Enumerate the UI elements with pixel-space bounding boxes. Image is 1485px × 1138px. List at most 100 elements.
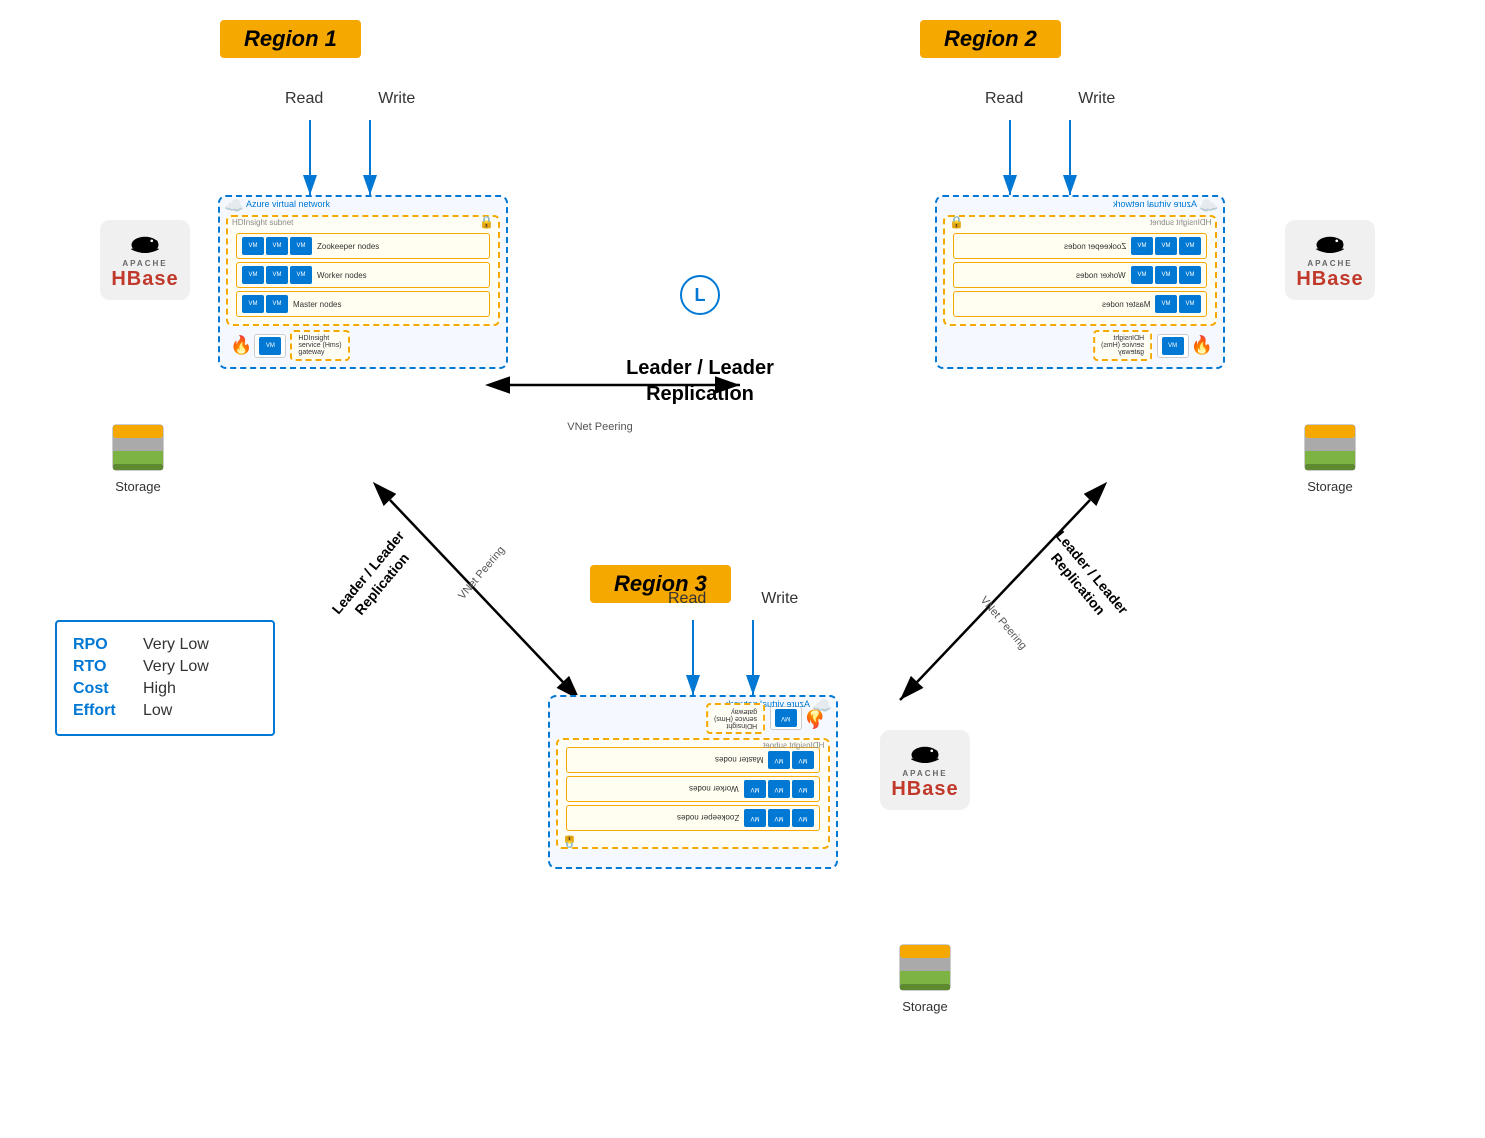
region2-worker-label: Worker nodes bbox=[1076, 271, 1126, 280]
region1-storage-icon bbox=[108, 420, 168, 475]
metrics-box: RPO Very Low RTO Very Low Cost High Effo… bbox=[55, 620, 275, 736]
region2-edge-area: 🔥 VM HDInsightservice (Hms)gateway bbox=[943, 330, 1217, 361]
region2-master-label: Master nodes bbox=[1102, 300, 1150, 309]
region2-storage-icon bbox=[1300, 420, 1360, 475]
region2-header: Region 2 bbox=[920, 20, 1061, 58]
metrics-rpo-row: RPO Very Low bbox=[73, 636, 257, 654]
metrics-cost-key: Cost bbox=[73, 680, 143, 698]
metrics-cost-row: Cost High bbox=[73, 680, 257, 698]
region3-zk-node1: VM bbox=[792, 809, 814, 827]
region1-zk-node1: VM bbox=[242, 237, 264, 255]
region1-wk-node3: VM bbox=[290, 266, 312, 284]
center-replication-text: Leader / LeaderReplication bbox=[610, 355, 790, 407]
region2-edge-vm: VM bbox=[1162, 337, 1184, 355]
region3-storage: Storage bbox=[895, 940, 955, 1014]
svg-text:VNet Peering: VNet Peering bbox=[567, 421, 632, 433]
region1-storage-label: Storage bbox=[115, 479, 161, 494]
region1-zk-node2: VM bbox=[266, 237, 288, 255]
region2-badge: Region 2 bbox=[920, 20, 1061, 58]
region1-zookeeper-row: VM VM VM Zookeeper nodes bbox=[236, 233, 490, 259]
region1-wk-node1: VM bbox=[242, 266, 264, 284]
region2-storage: Storage bbox=[1300, 420, 1360, 494]
region2-hdinsight-service: HDInsightservice (Hms)gateway bbox=[1093, 330, 1152, 361]
region2-azure-label: Azure virtual network bbox=[1113, 199, 1197, 209]
hbase-whale-icon bbox=[120, 230, 170, 257]
region2-zookeeper-row: VM VM VM Zookeeper nodes bbox=[953, 233, 1207, 259]
region2-zookeeper-label: Zookeeper nodes bbox=[1064, 242, 1126, 251]
region1-worker-label: Worker nodes bbox=[317, 271, 367, 280]
region2-ms-node2: VM bbox=[1155, 295, 1177, 313]
region3-zk-node3: VM bbox=[744, 809, 766, 827]
region1-worker-row: VM VM VM Worker nodes bbox=[236, 262, 490, 288]
region1-edge-vm: VM bbox=[259, 337, 281, 355]
region2-edge-node: VM bbox=[1157, 334, 1189, 358]
region2-ms-node1: VM bbox=[1179, 295, 1201, 313]
region2-hbase-logo: APACHE HBase bbox=[1285, 220, 1375, 300]
region3-worker-row: VM VM VM Worker nodes bbox=[566, 776, 820, 802]
region3-zk-node2: VM bbox=[768, 809, 790, 827]
region1-master-label: Master nodes bbox=[293, 300, 341, 309]
metrics-rpo-val: Very Low bbox=[143, 636, 209, 654]
region2-wk-node1: VM bbox=[1179, 266, 1201, 284]
metrics-effort-row: Effort Low bbox=[73, 702, 257, 720]
metrics-rto-key: RTO bbox=[73, 658, 143, 676]
region3-zookeeper-row: VM VM VM Zookeeper nodes bbox=[566, 805, 820, 831]
region3-read-label: Read bbox=[668, 590, 706, 608]
region2-wk-node2: VM bbox=[1155, 266, 1177, 284]
region3-edge-node: VM bbox=[770, 707, 802, 731]
region2-rw: Read Write bbox=[985, 90, 1115, 108]
region1-edge-node: VM bbox=[254, 334, 286, 358]
region3-ms-node1: VM bbox=[792, 751, 814, 769]
region1-ms-node2: VM bbox=[266, 295, 288, 313]
region3-rw: Read Write bbox=[668, 590, 798, 608]
left-replication-label: Leader / LeaderReplication bbox=[313, 509, 437, 647]
leader-symbol: L bbox=[695, 285, 706, 306]
region2-zk-node1: VM bbox=[1179, 237, 1201, 255]
region3-whale-icon bbox=[900, 740, 950, 767]
region3-wk-node1: VM bbox=[792, 780, 814, 798]
region2-zk-node2: VM bbox=[1155, 237, 1177, 255]
region3-zookeeper-label: Zookeeper nodes bbox=[677, 814, 739, 823]
region3-hdinsight-label: HDInsight subnet bbox=[763, 741, 824, 750]
region1-zookeeper-label: Zookeeper nodes bbox=[317, 242, 379, 251]
region3-storage-label: Storage bbox=[902, 999, 948, 1014]
region2-read-label: Read bbox=[985, 90, 1023, 108]
region1-badge: Region 1 bbox=[220, 20, 361, 58]
region2-wk-node3: VM bbox=[1131, 266, 1153, 284]
metrics-rto-val: Very Low bbox=[143, 658, 209, 676]
region1-azure-label: Azure virtual network bbox=[246, 199, 330, 209]
svg-text:VNet Peering: VNet Peering bbox=[978, 594, 1029, 652]
region3-master-label: Master nodes bbox=[715, 756, 763, 765]
region1-write-label: Write bbox=[378, 90, 415, 108]
metrics-rto-row: RTO Very Low bbox=[73, 658, 257, 676]
metrics-rpo-key: RPO bbox=[73, 636, 143, 654]
region3-hdinsight-service: HDInsightservice (Hms)gateway bbox=[706, 703, 765, 734]
right-replication-label: Leader / LeaderReplication bbox=[1023, 509, 1147, 647]
region1-master-row: VM VM Master nodes bbox=[236, 291, 490, 317]
region1-ms-node1: VM bbox=[242, 295, 264, 313]
region3-edge-vm: VM bbox=[775, 710, 797, 728]
region1-rw: Read Write bbox=[285, 90, 415, 108]
region1-hdinsight-label: HDInsight subnet bbox=[232, 218, 293, 227]
region1-cluster: Azure virtual network ☁️ HDInsight subne… bbox=[218, 195, 508, 369]
metrics-cost-val: High bbox=[143, 680, 176, 698]
region3-storage-icon bbox=[895, 940, 955, 995]
region2-cluster: Azure virtual network ☁️ HDInsight subne… bbox=[935, 195, 1225, 369]
region3-write-label: Write bbox=[761, 590, 798, 608]
region1-edge-area: 🔥 VM HDInsightservice (Hms)gateway bbox=[226, 330, 500, 361]
region3-hbase-logo: APACHE HBase bbox=[880, 730, 970, 810]
region1-hbase-logo: APACHE HBase bbox=[100, 220, 190, 300]
region1-zk-node3: VM bbox=[290, 237, 312, 255]
metrics-info-box: RPO Very Low RTO Very Low Cost High Effo… bbox=[55, 620, 275, 736]
center-replication-label: Leader / LeaderReplication bbox=[610, 355, 790, 407]
region2-whale-icon bbox=[1305, 230, 1355, 257]
region1-read-label: Read bbox=[285, 90, 323, 108]
region2-write-label: Write bbox=[1078, 90, 1115, 108]
leader-circle: L bbox=[680, 275, 720, 315]
region2-zk-node3: VM bbox=[1131, 237, 1153, 255]
region2-hdinsight-label: HDInsight subnet bbox=[1150, 218, 1211, 227]
region3-wk-node3: VM bbox=[744, 780, 766, 798]
region3-worker-label: Worker nodes bbox=[689, 785, 739, 794]
region2-master-row: VM VM Master nodes bbox=[953, 291, 1207, 317]
metrics-effort-val: Low bbox=[143, 702, 172, 720]
